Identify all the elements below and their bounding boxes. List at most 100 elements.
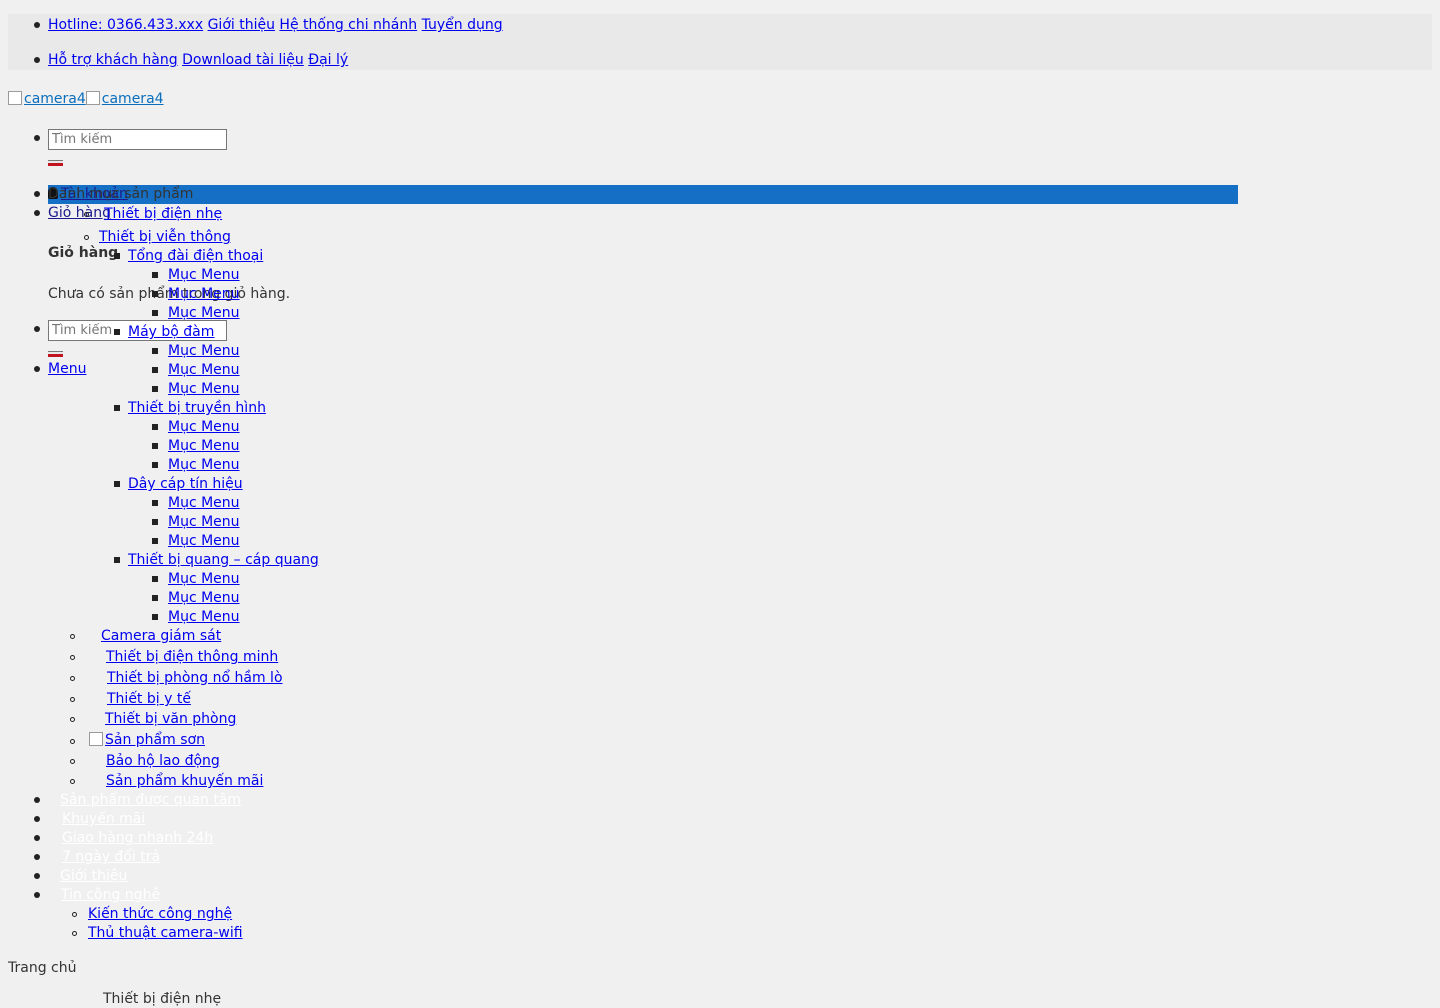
top-link-download[interactable]: Download tài liệu (182, 52, 304, 68)
search-input[interactable] (48, 129, 227, 150)
bullet (152, 462, 158, 468)
menu-item[interactable]: Mục Menu (168, 266, 240, 284)
nav-camera-tips[interactable]: Thủ thuật camera-wifi (88, 924, 243, 942)
bullet (114, 329, 120, 335)
topbar-row-1: Hotline: 0366.433.xxx Giới thiệu Hệ thốn… (48, 16, 503, 34)
top-link-support[interactable]: Hỗ trợ khách hàng (48, 52, 178, 68)
category-heading: Danh mục sản phẩm (48, 186, 194, 202)
menu-item[interactable]: Mục Menu (168, 456, 240, 474)
search-submit-button[interactable] (48, 160, 63, 166)
bullet (70, 759, 75, 764)
nav-fast-delivery[interactable]: Giao hàng nhanh 24h (62, 829, 213, 847)
cat-phong-no[interactable]: Thiết bị phòng nổ hầm lò (107, 669, 283, 687)
menu-item[interactable]: Mục Menu (168, 380, 240, 398)
menu-toggle[interactable]: Menu (48, 360, 86, 378)
menu-item[interactable]: Mục Menu (168, 532, 240, 550)
bullet (114, 557, 120, 563)
cat-khuyen-mai[interactable]: Sản phẩm khuyến mãi (106, 772, 263, 790)
menu-item[interactable]: Mục Menu (168, 361, 240, 379)
cat-son[interactable]: Sản phẩm sơn (89, 731, 205, 749)
cat-day-cap[interactable]: Dây cáp tín hiệu (128, 475, 243, 493)
bullet (152, 424, 158, 430)
bullet (34, 135, 40, 141)
cat-camera[interactable]: Camera giám sát (101, 627, 221, 645)
bullet (70, 717, 75, 722)
bullet (34, 854, 40, 860)
cat-quang[interactable]: Thiết bị quang – cáp quang (128, 551, 319, 569)
cart-link-wrap[interactable]: Giỏ hàng (48, 204, 111, 222)
menu-item[interactable]: Mục Menu (168, 342, 240, 360)
top-link-careers[interactable]: Tuyển dụng (422, 17, 503, 33)
hotline-link[interactable]: Hotline: 0366.433.xxx (48, 17, 203, 33)
breadcrumb-home[interactable]: Trang chủ (8, 959, 76, 977)
logo-link-2[interactable]: camera4 (85, 91, 164, 107)
bullet (70, 676, 75, 681)
broken-image-icon (89, 732, 103, 746)
cat-son-label: Sản phẩm sơn (105, 732, 205, 748)
menu-item[interactable]: Mục Menu (168, 608, 240, 626)
bullet (152, 614, 158, 620)
cat-bao-ho[interactable]: Bảo hộ lao động (106, 752, 220, 770)
bullet (152, 576, 158, 582)
cart-title: Giỏ hàng (48, 245, 119, 261)
bullet (152, 348, 158, 354)
menu-item[interactable]: Mục Menu (168, 589, 240, 607)
cat-thong-minh[interactable]: Thiết bị điện thông minh (106, 648, 278, 666)
bullet (34, 835, 40, 841)
cat-van-phong[interactable]: Thiết bị văn phòng (105, 710, 236, 728)
logo[interactable]: camera4 camera4 (8, 90, 164, 108)
cat-dien-nhe[interactable]: Thiết bị điện nhẹ (104, 205, 222, 223)
menu-item[interactable]: Mục Menu (168, 304, 240, 322)
top-link-dealer[interactable]: Đại lý (308, 52, 348, 68)
logo-alt: camera4 (101, 91, 164, 107)
bullet (114, 405, 120, 411)
bullet (152, 367, 158, 373)
menu-item[interactable]: Mục Menu (168, 285, 240, 303)
logo-alt: camera4 (24, 91, 86, 107)
cat-vien-thong[interactable]: Thiết bị viễn thông (99, 228, 231, 246)
cat-y-te[interactable]: Thiết bị y tế (107, 690, 191, 708)
bullet (34, 326, 40, 332)
bullet (114, 481, 120, 487)
nav-promotions[interactable]: Khuyến mãi (62, 810, 145, 828)
bullet (152, 519, 158, 525)
nav-featured[interactable]: Sản phẩm được quan tâm (60, 791, 241, 809)
menu-item[interactable]: Mục Menu (168, 418, 240, 436)
bullet (34, 366, 40, 372)
bullet (152, 291, 158, 297)
menu-item[interactable]: Mục Menu (168, 437, 240, 455)
cat-truyen-hinh[interactable]: Thiết bị truyền hình (128, 399, 266, 417)
bullet (34, 22, 40, 28)
cart-link[interactable]: Giỏ hàng (48, 205, 111, 221)
menu-item[interactable]: Mục Menu (168, 570, 240, 588)
bullet (70, 779, 75, 784)
cat-may-bo-dam[interactable]: Máy bộ đàm (128, 323, 214, 341)
top-link-about[interactable]: Giới thiệu (208, 17, 275, 33)
menu-item[interactable]: Mục Menu (168, 513, 240, 531)
logo-link[interactable]: camera4 (8, 91, 86, 107)
bullet (152, 386, 158, 392)
bullet (34, 873, 40, 879)
top-link-branches[interactable]: Hệ thống chi nhánh (279, 17, 417, 33)
topbar-row-2: Hỗ trợ khách hàng Download tài liệu Đại … (48, 51, 348, 69)
bullet (72, 931, 77, 936)
bullet (152, 310, 158, 316)
nav-tech-news[interactable]: Tin công nghệ (61, 886, 160, 904)
bullet (34, 191, 40, 197)
broken-image-icon (85, 91, 100, 105)
bullet (70, 697, 75, 702)
broken-image-icon (8, 91, 22, 105)
cat-tong-dai[interactable]: Tổng đài điện thoại (128, 247, 263, 265)
nav-about[interactable]: Giới thiệu (60, 867, 127, 885)
category-bar (48, 185, 1238, 204)
bullet (34, 816, 40, 822)
bullet (114, 253, 120, 259)
bullet (152, 500, 158, 506)
bullet (72, 912, 77, 917)
mobile-search-submit-button[interactable] (48, 351, 63, 357)
nav-returns[interactable]: 7 ngày đổi trả (62, 848, 160, 866)
menu-item[interactable]: Mục Menu (168, 494, 240, 512)
bullet (34, 57, 40, 63)
nav-tech-knowledge[interactable]: Kiến thức công nghệ (88, 905, 232, 923)
bullet (84, 235, 89, 240)
